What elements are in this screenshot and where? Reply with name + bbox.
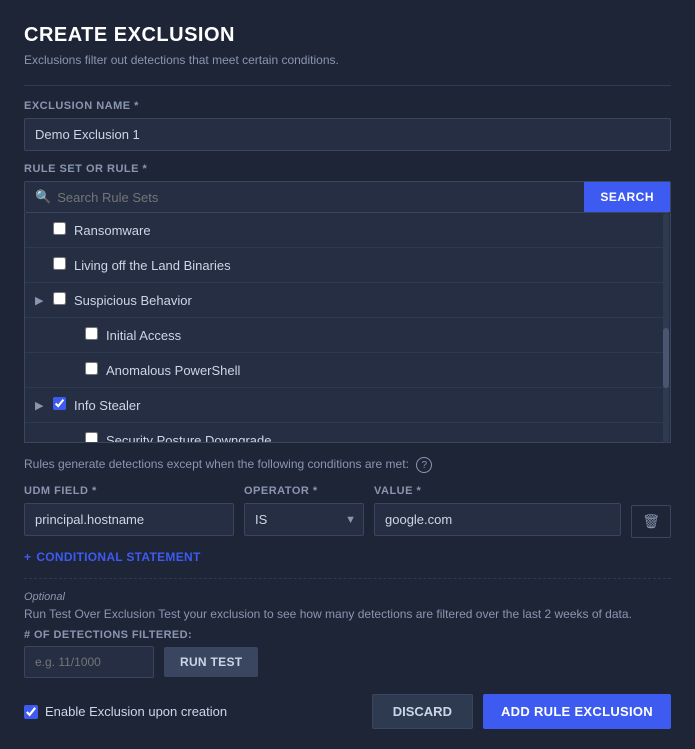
exclusion-name-input[interactable] [24, 118, 671, 151]
rule-item[interactable]: Initial Access [25, 318, 670, 353]
search-button[interactable]: SEARCH [584, 182, 670, 212]
operator-select-wrap: IS IS NOT CONTAINS STARTS WITH ▼ [244, 503, 364, 536]
enable-exclusion-checkbox[interactable] [24, 705, 38, 719]
delete-condition-button[interactable]: 🗑 [631, 505, 671, 538]
scrollbar-thumb [663, 328, 669, 388]
rule-checkbox[interactable] [85, 432, 98, 443]
rule-label: Living off the Land Binaries [74, 258, 231, 273]
rule-item[interactable]: ▶ Suspicious Behavior [25, 283, 670, 318]
conditions-label: Rules generate detections except when th… [24, 457, 671, 473]
add-condition-label: CONDITIONAL STATEMENT [36, 550, 200, 564]
udm-field-input[interactable] [24, 503, 234, 536]
operator-field-col: OPERATOR * IS IS NOT CONTAINS STARTS WIT… [244, 485, 364, 536]
run-test-row: RUN TEST [24, 646, 671, 678]
detections-label: # OF DETECTIONS FILTERED: [24, 629, 671, 641]
rule-checkbox[interactable] [53, 257, 66, 270]
page-subtitle: Exclusions filter out detections that me… [24, 53, 671, 67]
value-label: VALUE * [374, 485, 621, 497]
help-icon[interactable]: ? [416, 457, 432, 473]
expand-icon: ▶ [35, 399, 53, 412]
add-exclusion-button[interactable]: ADD RULE EXCLUSION [483, 694, 671, 729]
udm-field-label: UDM FIELD * [24, 485, 234, 497]
rule-checkbox[interactable] [53, 397, 66, 410]
enable-exclusion-label[interactable]: Enable Exclusion upon creation [24, 704, 227, 719]
add-condition-button[interactable]: + CONDITIONAL STATEMENT [24, 550, 201, 564]
rule-item[interactable]: Security Posture Downgrade [25, 423, 670, 443]
rule-label: Anomalous PowerShell [106, 363, 240, 378]
rule-label: Initial Access [106, 328, 181, 343]
scrollbar-track [663, 213, 669, 443]
rule-label: Suspicious Behavior [74, 293, 192, 308]
rule-checkbox[interactable] [85, 327, 98, 340]
rule-list: Ransomware Living off the Land Binaries ▶ S… [24, 213, 671, 443]
rule-checkbox[interactable] [85, 362, 98, 375]
run-test-description: Run Test Over Exclusion Test your exclus… [24, 607, 671, 621]
discard-button[interactable]: DISCARD [372, 694, 473, 729]
value-input[interactable] [374, 503, 621, 536]
enable-exclusion-text: Enable Exclusion upon creation [45, 704, 227, 719]
rule-list-container: Ransomware Living off the Land Binaries ▶ S… [24, 213, 671, 443]
search-input-wrap: 🔍 [25, 182, 584, 212]
rule-label: Ransomware [74, 223, 151, 238]
run-test-button[interactable]: RUN TEST [164, 647, 258, 677]
optional-label: Optional [24, 591, 671, 603]
footer-row: Enable Exclusion upon creation DISCARD A… [24, 694, 671, 729]
plus-icon: + [24, 550, 31, 564]
rule-checkbox[interactable] [53, 222, 66, 235]
rule-label: Info Stealer [74, 398, 141, 413]
rule-search-row: 🔍 SEARCH [24, 181, 671, 213]
operator-select[interactable]: IS IS NOT CONTAINS STARTS WITH [244, 503, 364, 536]
search-icon: 🔍 [35, 189, 51, 205]
udm-field-col: UDM FIELD * [24, 485, 234, 536]
footer-buttons: DISCARD ADD RULE EXCLUSION [372, 694, 671, 729]
operator-label: OPERATOR * [244, 485, 364, 497]
rule-item[interactable]: Living off the Land Binaries [25, 248, 670, 283]
exclusion-name-label: EXCLUSION NAME * [24, 100, 671, 112]
rule-item[interactable]: ▶ Info Stealer [25, 388, 670, 423]
rule-label: Security Posture Downgrade [106, 433, 271, 444]
rule-set-label: RULE SET OR RULE * [24, 163, 671, 175]
rule-checkbox[interactable] [53, 292, 66, 305]
expand-icon: ▶ [35, 294, 53, 307]
rule-item[interactable]: Ransomware [25, 213, 670, 248]
rule-item[interactable]: Anomalous PowerShell [25, 353, 670, 388]
page-title: CREATE EXCLUSION [24, 24, 671, 47]
rule-search-input[interactable] [57, 190, 574, 205]
condition-fields-row: UDM FIELD * OPERATOR * IS IS NOT CONTAIN… [24, 485, 671, 538]
detections-input[interactable] [24, 646, 154, 678]
value-field-col: VALUE * [374, 485, 621, 536]
